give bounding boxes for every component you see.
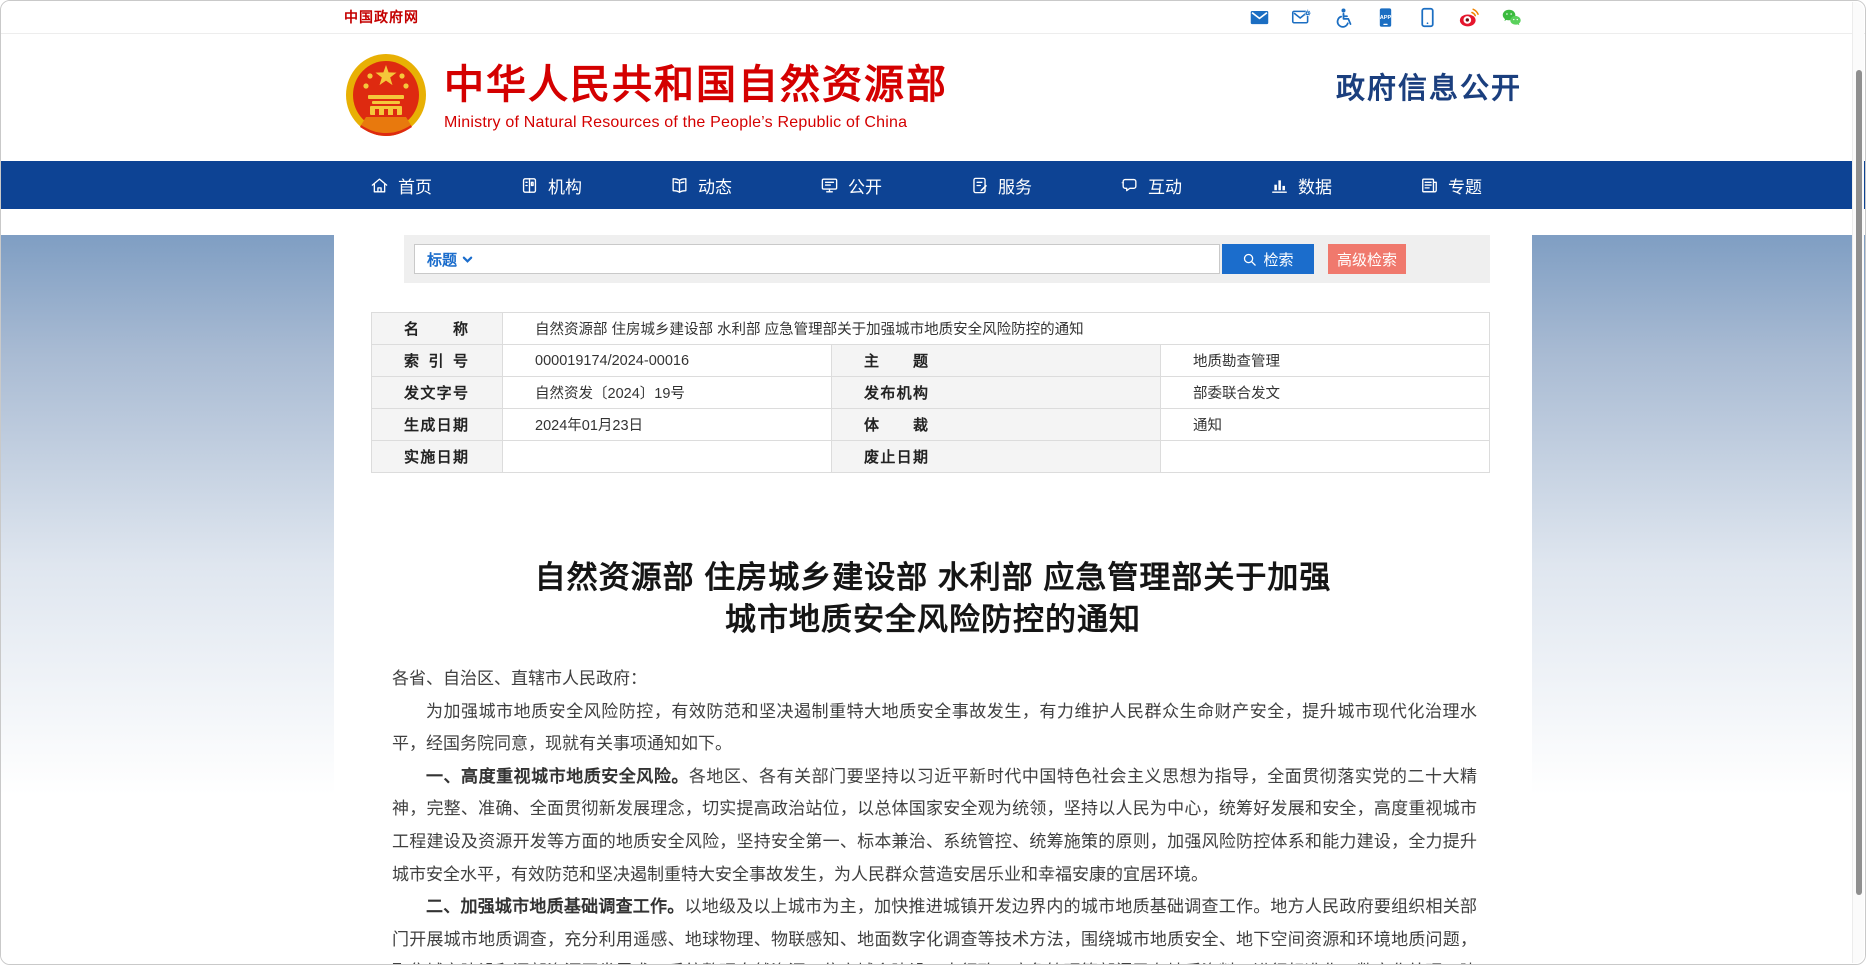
table-row: 生成日期 2024年01月23日 体裁 通知 (372, 409, 1490, 441)
data-icon (1270, 176, 1289, 195)
meta-value: 000019174/2024-00016 (503, 345, 832, 377)
meta-value: 2024年01月23日 (503, 409, 832, 441)
wechat-icon[interactable] (1500, 6, 1522, 28)
document-meta-table: 名称 自然资源部 住房城乡建设部 水利部 应急管理部关于加强城市地质安全风险防控… (371, 312, 1490, 473)
search-button-label: 检索 (1263, 249, 1293, 270)
ministry-title: 中华人民共和国自然资源部 (444, 63, 948, 107)
document-title: 自然资源部 住房城乡建设部 水利部 应急管理部关于加强 城市地质安全风险防控的通… (334, 557, 1532, 641)
nav-item-disclosure[interactable]: 公开 (820, 161, 882, 209)
nav-label: 公开 (848, 173, 882, 198)
ministry-subtitle: Ministry of Natural Resources of the Peo… (444, 114, 948, 132)
scrollbar-thumb[interactable] (1856, 70, 1862, 895)
nav-label: 专题 (1448, 173, 1482, 198)
table-row: 名称 自然资源部 住房城乡建设部 水利部 应急管理部关于加强城市地质安全风险防控… (372, 313, 1490, 345)
search-button[interactable]: 检索 (1222, 244, 1314, 274)
search-field-label: 标题 (427, 249, 457, 270)
nav-label: 机构 (548, 173, 582, 198)
gov-portal-link[interactable]: 中国政府网 (344, 7, 419, 27)
mail-settings-icon[interactable] (1290, 6, 1312, 28)
nav-label: 互动 (1148, 173, 1182, 198)
meta-label: 实施日期 (372, 441, 503, 473)
accessibility-icon[interactable] (1332, 6, 1354, 28)
meta-label: 废止日期 (832, 441, 1161, 473)
page-backdrop: 标题 检索 高级检索 名称 自然资源部 住房城乡建设部 水利部 应急管理部关于加… (1, 235, 1865, 965)
search-input[interactable]: 标题 (414, 244, 1220, 274)
topics-icon (1420, 176, 1439, 195)
meta-value: 部委联合发文 (1161, 377, 1490, 409)
utility-bar: 中国政府网 APP (1, 1, 1865, 34)
app-download-icon[interactable]: APP (1374, 6, 1396, 28)
search-field-selector[interactable]: 标题 (427, 249, 473, 270)
nav-label: 动态 (698, 173, 732, 198)
page-title: 政府信息公开 (1336, 65, 1522, 107)
nav-label: 数据 (1298, 173, 1332, 198)
document-body: 各省、自治区、直辖市人民政府： 为加强城市地质安全风险防控，有效防范和坚决遏制重… (392, 663, 1477, 965)
meta-value: 地质勘查管理 (1161, 345, 1490, 377)
browser-viewport: 中国政府网 APP (0, 0, 1866, 965)
meta-value (1161, 441, 1490, 473)
meta-label: 名称 (372, 313, 503, 345)
nav-item-home[interactable]: 首页 (370, 161, 432, 209)
nav-label: 服务 (998, 173, 1032, 198)
brand-block: 中华人民共和国自然资源部 Ministry of Natural Resourc… (444, 63, 948, 132)
meta-value (503, 441, 832, 473)
advanced-search-button[interactable]: 高级检索 (1328, 244, 1406, 274)
meta-value: 自然资源部 住房城乡建设部 水利部 应急管理部关于加强城市地质安全风险防控的通知 (503, 313, 1490, 345)
meta-value: 自然资发〔2024〕19号 (503, 377, 832, 409)
nav-item-news[interactable]: 动态 (670, 161, 732, 209)
search-panel: 标题 检索 高级检索 (404, 235, 1490, 283)
meta-value: 通知 (1161, 409, 1490, 441)
disclosure-icon (820, 176, 839, 195)
nav-item-org[interactable]: 机构 (520, 161, 582, 209)
svg-text:APP: APP (1379, 14, 1391, 20)
meta-label: 生成日期 (372, 409, 503, 441)
table-row: 实施日期 废止日期 (372, 441, 1490, 473)
news-icon (670, 176, 689, 195)
meta-label: 主题 (832, 345, 1161, 377)
nav-item-topics[interactable]: 专题 (1420, 161, 1482, 209)
nav-item-service[interactable]: 服务 (970, 161, 1032, 209)
search-icon (1242, 252, 1257, 267)
content-card: 标题 检索 高级检索 名称 自然资源部 住房城乡建设部 水利部 应急管理部关于加… (334, 235, 1532, 965)
nav-item-interact[interactable]: 互动 (1120, 161, 1182, 209)
vertical-scrollbar (1852, 2, 1864, 963)
paragraph-section-2: 二、加强城市地质基础调查工作。以地级及以上城市为主，加快推进城镇开发边界内的城市… (392, 891, 1477, 965)
meta-label: 发文字号 (372, 377, 503, 409)
service-icon (970, 176, 989, 195)
national-emblem-logo (344, 53, 428, 143)
paragraph-intro: 为加强城市地质安全风险防控，有效防范和坚决遏制重特大地质安全事故发生，有力维护人… (392, 696, 1477, 761)
mobile-icon[interactable] (1416, 6, 1438, 28)
home-icon (370, 176, 389, 195)
meta-label: 体裁 (832, 409, 1161, 441)
paragraph-salutation: 各省、自治区、直辖市人民政府： (392, 663, 1477, 696)
chevron-down-icon (462, 254, 473, 265)
site-header: 中华人民共和国自然资源部 Ministry of Natural Resourc… (1, 34, 1865, 161)
org-icon (520, 176, 539, 195)
nav-item-data[interactable]: 数据 (1270, 161, 1332, 209)
table-row: 索引号 000019174/2024-00016 主题 地质勘查管理 (372, 345, 1490, 377)
mail-icon[interactable] (1248, 6, 1270, 28)
meta-label: 发布机构 (832, 377, 1161, 409)
table-row: 发文字号 自然资发〔2024〕19号 发布机构 部委联合发文 (372, 377, 1490, 409)
primary-nav: 首页 机构 动态 公开 服务 互动 (1, 161, 1865, 209)
nav-label: 首页 (398, 173, 432, 198)
document-title-line2: 城市地质安全风险防控的通知 (334, 599, 1532, 641)
utility-icons: APP (1248, 6, 1522, 28)
advanced-search-label: 高级检索 (1337, 249, 1397, 270)
paragraph-section-1: 一、高度重视城市地质安全风险。各地区、各有关部门要坚持以习近平新时代中国特色社会… (392, 761, 1477, 891)
meta-label: 索引号 (372, 345, 503, 377)
interact-icon (1120, 176, 1139, 195)
document-title-line1: 自然资源部 住房城乡建设部 水利部 应急管理部关于加强 (334, 557, 1532, 599)
weibo-icon[interactable] (1458, 6, 1480, 28)
